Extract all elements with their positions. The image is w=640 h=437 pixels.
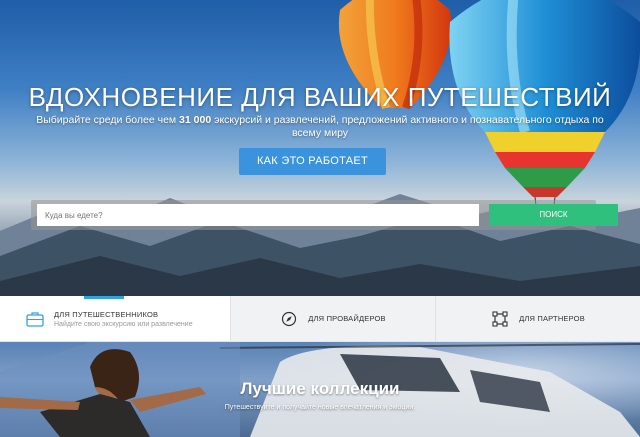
collections-banner: Лучшие коллекции Путешествуйте и получай… — [0, 342, 640, 437]
briefcase-icon — [26, 310, 44, 328]
tab-partners-label: ДЛЯ ПАРТНЕРОВ — [519, 314, 585, 323]
hero-banner: ВДОХНОВЕНИЕ ДЛЯ ВАШИХ ПУТЕШЕСТВИЙ Выбира… — [0, 0, 640, 296]
compass-icon — [280, 310, 298, 328]
tab-travelers-label: ДЛЯ ПУТЕШЕСТВЕННИКОВ — [54, 309, 159, 319]
destination-search-input[interactable] — [37, 204, 479, 226]
collections-subtitle: Путешествуйте и получайте новые впечатле… — [224, 404, 416, 411]
tab-providers[interactable]: ДЛЯ ПРОВАЙДЕРОВ — [231, 296, 436, 341]
tab-partners[interactable]: ДЛЯ ПАРТНЕРОВ — [436, 296, 640, 341]
tab-travelers[interactable]: ДЛЯ ПУТЕШЕСТВЕННИКОВ Найдите свою экскур… — [0, 296, 231, 341]
search-bar: ПОИСК — [31, 200, 618, 230]
how-it-works-button[interactable]: КАК ЭТО РАБОТАЕТ — [239, 148, 386, 175]
tab-providers-label: ДЛЯ ПРОВАЙДЕРОВ — [308, 314, 386, 323]
collections-title: Лучшие коллекции — [240, 379, 400, 398]
frame-icon — [491, 310, 509, 328]
hero-title: ВДОХНОВЕНИЕ ДЛЯ ВАШИХ ПУТЕШЕСТВИЙ — [28, 82, 612, 112]
tab-travelers-subtitle: Найдите свою экскурсию или развлечение — [54, 320, 193, 328]
search-button[interactable]: ПОИСК — [489, 204, 618, 226]
hero-subtitle: Выбирайте среди более чем 31 000 экскурс… — [36, 114, 604, 139]
audience-tabs: ДЛЯ ПУТЕШЕСТВЕННИКОВ Найдите свою экскур… — [0, 296, 640, 342]
